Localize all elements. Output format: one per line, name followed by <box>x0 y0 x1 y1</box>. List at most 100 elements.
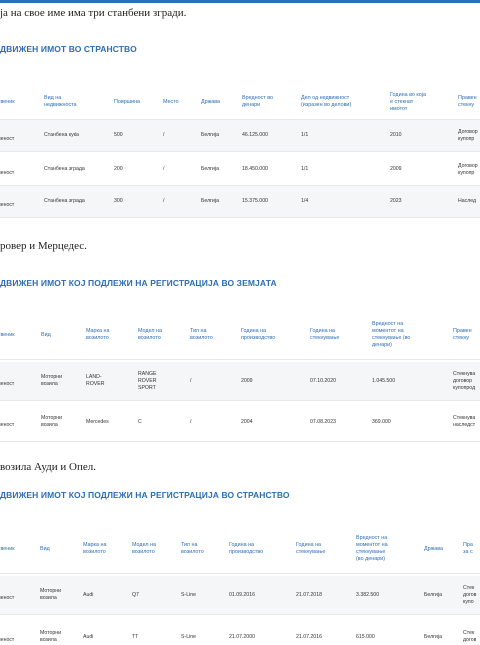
table-row <box>0 618 480 645</box>
table-cell: 15.375.000 <box>242 198 268 204</box>
table-cell: Станбена куќа <box>44 132 79 138</box>
table-cell: Стекнува наследст <box>453 415 476 428</box>
row-divider <box>0 217 480 218</box>
table-cell: 1/4 <box>301 198 309 204</box>
table-cell: Стек догов купо <box>463 584 477 605</box>
table-cell: Audi <box>83 633 94 640</box>
column-header: Вид <box>41 331 51 338</box>
column-header: Година на производство <box>229 542 264 555</box>
table-cell: Моторни возила <box>41 374 63 387</box>
table-cell: Белгија <box>424 591 442 598</box>
column-header: Тип на возилото <box>190 328 213 341</box>
table-cell: Q7 <box>132 591 139 598</box>
table-cell: 21.07.2016 <box>296 633 322 640</box>
table-cell: / <box>163 198 165 204</box>
table-cell: 369.000 <box>372 418 391 425</box>
table-cell: 200 <box>114 166 123 172</box>
column-header: Пра за с <box>463 542 473 555</box>
table-cell: Стек догов <box>463 630 477 643</box>
table-cell: 1/1 <box>301 132 309 138</box>
table-cell: 01.09.2016 <box>229 591 255 598</box>
table-cell: 3.382.500 <box>356 591 380 598</box>
column-header: Година во која е стекнат имотот <box>390 91 426 112</box>
row-divider <box>0 151 480 152</box>
column-header: Вид на недвижноста <box>44 95 77 108</box>
table-cell: 1/1 <box>301 166 309 172</box>
table-cell: Моторни возила <box>41 415 63 428</box>
column-header: Држава <box>201 98 221 105</box>
table-cell: 615.000 <box>356 633 375 640</box>
table-cell: 2010 <box>390 132 402 138</box>
table-cell: веност <box>0 201 15 208</box>
section-heading-foreign-vehicles: ДВИЖЕН ИМОТ КОЈ ПОДЛЕЖИ НА РЕГИСТРАЦИЈА … <box>0 490 290 500</box>
table-cell: 2004 <box>241 418 253 425</box>
table-cell: веност <box>0 595 15 601</box>
table-cell: веност <box>0 169 15 176</box>
table-cell: 07.08.2023 <box>310 418 336 425</box>
table-cell: Наслед <box>458 198 477 204</box>
column-header: твеник <box>0 98 15 105</box>
table-cell: Моторни возила <box>40 630 62 643</box>
table-cell: / <box>190 418 192 425</box>
column-header: Вредност на моментот на стекнување (во дена… <box>372 321 411 348</box>
column-header: Година на стекнување <box>310 328 340 341</box>
table-cell: Договор купопр <box>458 128 478 142</box>
row-divider <box>0 614 480 615</box>
table-cell: Моторни возила <box>40 588 62 601</box>
table-cell: 1.045.500 <box>372 377 396 384</box>
table-cell: 07.10.2020 <box>310 377 336 384</box>
table-cell: / <box>190 377 192 384</box>
column-header: Марка на возилото <box>86 328 110 341</box>
table-cell: Договор купопр <box>458 162 478 176</box>
table-cell: веност <box>0 422 15 428</box>
table-cell: 21.07.2018 <box>296 591 322 598</box>
table-cell: / <box>163 166 165 172</box>
table-cell: Белгија <box>424 633 442 640</box>
section-heading-foreign-real-estate: ДВИЖЕН ИМОТ ВО СТРАНСТВО <box>0 44 137 54</box>
declaration-content: ја на свое име има три станбени згради. … <box>0 0 480 645</box>
table-cell: Белгија <box>201 166 219 172</box>
table-cell: веност <box>0 135 15 142</box>
table-cell: Станбена зграда <box>44 166 85 172</box>
table-cell: C <box>138 418 142 425</box>
table-cell: Mercedes <box>86 418 109 425</box>
column-header: Вид <box>40 545 50 552</box>
column-header: Тип на возилото <box>181 542 204 555</box>
table-cell: LAND- ROVER <box>86 374 105 387</box>
table-cell: 500 <box>114 132 123 138</box>
column-header: Површина <box>114 98 141 105</box>
table-cell: Стекнува договор купопрод <box>453 370 476 391</box>
table-cell: Audi <box>83 591 94 598</box>
column-header: Марка на возилото <box>83 542 107 555</box>
column-header: Вредност во денари <box>242 95 274 108</box>
column-header: Година на стекнување <box>296 542 326 555</box>
column-header: Дел од недвижност (изразен во делови) <box>301 95 352 108</box>
table-cell: S-Line <box>181 633 196 640</box>
table-cell: / <box>163 132 165 138</box>
table-cell: Белгија <box>201 132 219 138</box>
table-cell: 2009 <box>390 166 402 172</box>
table-cell: TT <box>132 633 139 640</box>
table-row <box>0 403 480 441</box>
table-cell: 2023 <box>390 198 402 204</box>
table-row <box>0 362 480 400</box>
table-cell: 18.450.000 <box>242 166 268 172</box>
table-cell: S-Line <box>181 591 196 598</box>
column-header: Правен стекну <box>458 95 477 108</box>
intro-text-3: возила Ауди и Опел. <box>0 461 96 473</box>
column-header: Правен стекну <box>453 328 472 341</box>
column-header: Модел на возилото <box>132 542 157 555</box>
column-header: Држава <box>424 545 444 552</box>
table-cell: 300 <box>114 198 123 204</box>
column-header: Место <box>163 98 179 105</box>
column-header: Година на производство <box>241 328 276 341</box>
table-cell: RANGE ROVER SPORT <box>138 370 157 391</box>
header-divider <box>0 573 480 574</box>
row-divider <box>0 441 480 442</box>
section-heading-domestic-vehicles: ДВИЖЕН ИМОТ КОЈ ПОДЛЕЖИ НА РЕГИСТРАЦИЈА … <box>0 278 277 288</box>
intro-text-1: ја на свое име има три станбени згради. <box>0 7 187 19</box>
table-cell: 2009 <box>241 377 253 384</box>
column-header: Модел на возилото <box>138 328 163 341</box>
table-cell: 21.07.2000 <box>229 633 255 640</box>
intro-text-2: ровер и Мерцедес. <box>0 240 87 252</box>
